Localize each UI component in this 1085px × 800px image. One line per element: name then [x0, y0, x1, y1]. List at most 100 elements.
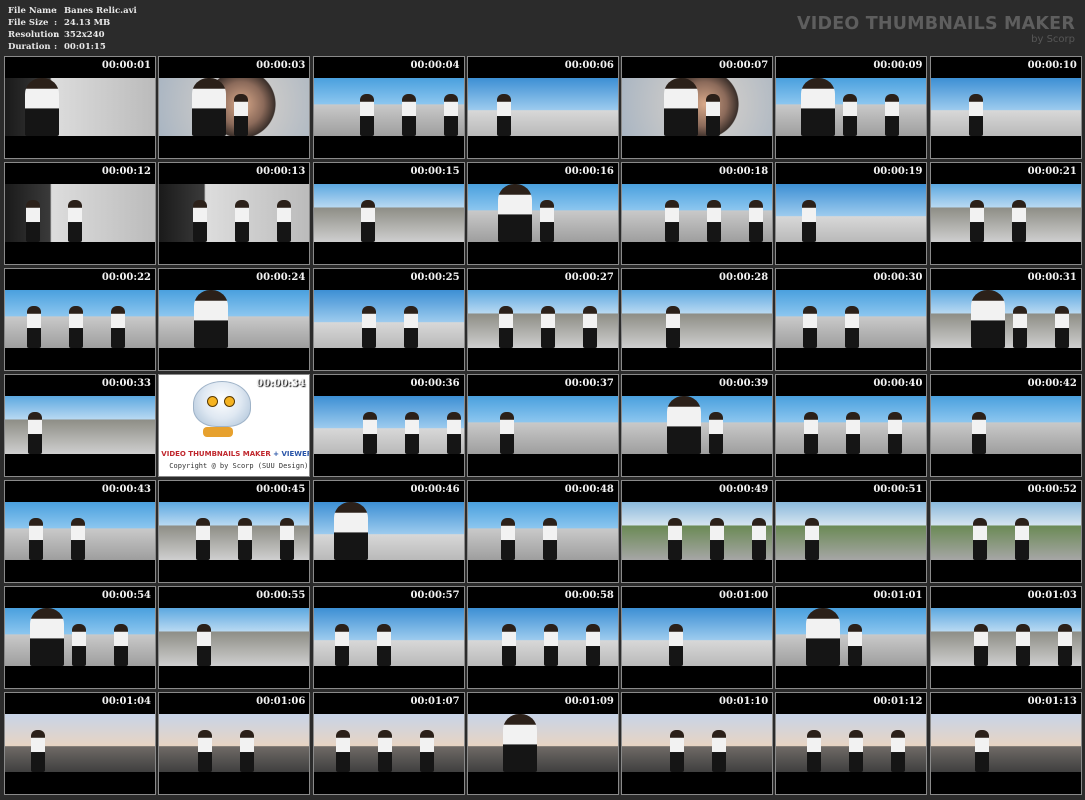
person-figure [377, 730, 392, 772]
brand-title: VIDEO THUMBNAILS MAKER [797, 14, 1075, 34]
thumbnail-tile[interactable]: 00:01:12 [775, 692, 928, 795]
thumbnail-tile[interactable]: 00:00:22 [4, 268, 156, 371]
thumbnail-tile[interactable]: 00:00:28 [621, 268, 774, 371]
thumbnail-tile[interactable]: 00:00:40 [775, 374, 928, 477]
thumbnail-frame [5, 714, 155, 772]
person-figure [543, 624, 558, 666]
thumbnail-tile[interactable]: 00:00:15 [312, 162, 465, 265]
thumbnail-frame [467, 78, 618, 136]
person-figure [1057, 624, 1072, 666]
thumbnail-tile[interactable]: 00:00:31 [929, 268, 1082, 371]
person-figure [749, 200, 764, 242]
thumbnail-tile[interactable]: 00:01:04 [4, 692, 156, 795]
thumbnail-frame [776, 290, 927, 348]
timestamp-label: 00:00:48 [564, 484, 614, 495]
thumbnail-frame [467, 502, 618, 560]
thumbnail-tile[interactable]: 00:00:25 [312, 268, 465, 371]
thumbnail-tile[interactable]: 00:00:51 [775, 480, 928, 583]
timestamp-label: 00:00:25 [410, 272, 460, 283]
thumbnail-tile[interactable]: 00:00:07 [621, 56, 774, 159]
thumbnail-tile[interactable]: 00:00:49 [621, 480, 774, 583]
thumbnail-frame [159, 184, 310, 242]
owl-eye-icon [207, 396, 219, 407]
thumbnail-tile[interactable]: 00:01:03 [929, 586, 1082, 689]
thumbnail-tile[interactable]: 00:00:04 [312, 56, 465, 159]
thumbnail-tile[interactable]: 00:01:10 [621, 692, 774, 795]
person-figure [542, 518, 557, 560]
person-figure [403, 306, 418, 348]
thumbnail-tile[interactable]: 00:00:37 [466, 374, 619, 477]
thumbnail-tile[interactable]: 00:00:18 [621, 162, 774, 265]
thumbnail-tile[interactable]: 00:01:07 [312, 692, 465, 795]
person-figure [26, 200, 40, 242]
thumbnail-tile[interactable]: 00:00:30 [775, 268, 928, 371]
timestamp-label: 00:01:00 [719, 590, 769, 601]
person-figure [849, 730, 864, 772]
timestamp-label: 00:01:13 [1027, 696, 1077, 707]
person-figure [69, 306, 83, 348]
thumbnail-tile[interactable]: 00:00:24 [158, 268, 311, 371]
person-figure [846, 412, 861, 454]
thumbnail-frame [776, 396, 927, 454]
file-info-separator: : [54, 42, 58, 52]
person-figure [709, 412, 724, 454]
timestamp-label: 00:00:46 [410, 484, 460, 495]
thumbnail-tile[interactable]: 00:00:55 [158, 586, 311, 689]
timestamp-label: 00:01:10 [719, 696, 769, 707]
file-info-value: 24.13 MB [64, 18, 111, 28]
thumbnail-tile[interactable]: 00:00:54 [4, 586, 156, 689]
thumbnail-tile[interactable]: 00:00:10 [929, 56, 1082, 159]
timestamp-label: 00:01:06 [256, 696, 306, 707]
thumbnail-tile[interactable]: 00:00:58 [466, 586, 619, 689]
person-figure [502, 714, 537, 772]
thumbnail-frame [5, 290, 155, 348]
timestamp-label: 00:00:03 [256, 60, 306, 71]
person-figure [111, 306, 125, 348]
person-figure [361, 306, 376, 348]
thumbnail-tile[interactable]: 00:00:27 [466, 268, 619, 371]
thumbnail-tile[interactable]: 00:00:46 [312, 480, 465, 583]
person-figure [404, 412, 419, 454]
thumbnail-tile[interactable]: 00:00:36 [312, 374, 465, 477]
thumbnail-tile[interactable]: 00:01:13 [929, 692, 1082, 795]
person-figure [710, 518, 725, 560]
thumbnail-tile[interactable]: 00:00:43 [4, 480, 156, 583]
person-figure [198, 730, 213, 772]
thumbnail-tile[interactable]: 00:01:01 [775, 586, 928, 689]
thumbnail-tile[interactable]: 00:00:42 [929, 374, 1082, 477]
file-info-value: 00:01:15 [64, 42, 106, 52]
person-figure [238, 518, 253, 560]
file-info-value: Banes Relic.avi [64, 6, 137, 16]
file-info-separator: : [54, 6, 58, 16]
thumbnail-tile[interactable]: 00:00:01 [4, 56, 156, 159]
person-figure [969, 200, 984, 242]
thumbnail-frame [5, 184, 155, 242]
timestamp-label: 00:00:07 [719, 60, 769, 71]
thumbnail-tile[interactable]: 00:00:33 [4, 374, 156, 477]
thumbnail-tile[interactable]: 00:00:48 [466, 480, 619, 583]
thumbnail-tile[interactable]: 00:00:03 [158, 56, 311, 159]
thumbnail-tile[interactable]: 00:00:57 [312, 586, 465, 689]
thumbnail-tile[interactable]: 00:00:13 [158, 162, 311, 265]
person-figure [25, 78, 59, 136]
thumbnail-tile[interactable]: 00:00:16 [466, 162, 619, 265]
thumbnail-tile[interactable]: 00:00:19 [775, 162, 928, 265]
thumbnail-tile[interactable]: VIDEO THUMBNAILS MAKER + VIEWER Copyright… [158, 374, 311, 477]
thumbnail-tile[interactable]: 00:00:12 [4, 162, 156, 265]
thumbnail-tile[interactable]: 00:00:21 [929, 162, 1082, 265]
timestamp-label: 00:00:31 [1027, 272, 1077, 283]
thumbnail-frame [159, 502, 310, 560]
thumbnail-tile[interactable]: 00:00:45 [158, 480, 311, 583]
person-figure [540, 306, 555, 348]
timestamp-label: 00:00:45 [256, 484, 306, 495]
thumbnail-tile[interactable]: 00:00:39 [621, 374, 774, 477]
timestamp-label: 00:00:49 [719, 484, 769, 495]
thumbnail-tile[interactable]: 00:00:06 [466, 56, 619, 159]
file-info-row: File Size:24.13 MB [8, 17, 137, 29]
thumbnail-tile[interactable]: 00:00:09 [775, 56, 928, 159]
thumbnail-tile[interactable]: 00:00:52 [929, 480, 1082, 583]
thumbnail-tile[interactable]: 00:01:06 [158, 692, 311, 795]
person-figure [1011, 200, 1026, 242]
thumbnail-tile[interactable]: 00:01:09 [466, 692, 619, 795]
thumbnail-tile[interactable]: 00:01:00 [621, 586, 774, 689]
